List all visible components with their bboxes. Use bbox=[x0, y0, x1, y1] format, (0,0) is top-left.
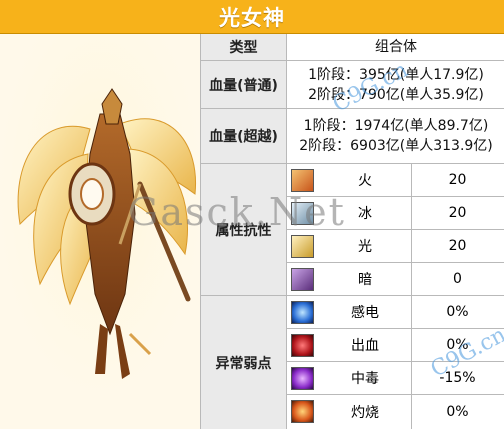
status-row-shock: 感电 0% bbox=[287, 296, 504, 329]
status-value: -15% bbox=[439, 370, 476, 386]
status-value: 0% bbox=[446, 304, 469, 320]
attr-row-light: 光 20 bbox=[287, 230, 504, 263]
light-element-icon bbox=[291, 235, 314, 258]
attr-resist-label: 属性抗性 bbox=[201, 164, 287, 295]
poison-status-icon bbox=[291, 367, 314, 390]
boss-info-card: 光女神 类型 组合体 血量(普通) 1阶段：395亿(单人17.9亿) 2阶段：… bbox=[0, 0, 504, 429]
hp-super-label: 血量(超越) bbox=[201, 109, 287, 163]
type-label: 类型 bbox=[201, 34, 287, 60]
hp-super-row: 血量(超越) 1阶段：1974亿(单人89.7亿) 2阶段：6903亿(单人31… bbox=[201, 109, 504, 164]
status-row-bleed: 出血 0% bbox=[287, 329, 504, 362]
attr-value: 0 bbox=[453, 271, 462, 287]
attr-value: 20 bbox=[448, 238, 467, 254]
boss-portrait bbox=[0, 34, 201, 429]
stats-table: 类型 组合体 血量(普通) 1阶段：395亿(单人17.9亿) 2阶段：790亿… bbox=[200, 34, 504, 429]
fire-element-icon bbox=[291, 169, 314, 192]
attr-value: 20 bbox=[448, 172, 467, 188]
type-value: 组合体 bbox=[375, 39, 417, 55]
status-name: 感电 bbox=[319, 296, 412, 328]
status-weak-label: 异常弱点 bbox=[201, 296, 287, 429]
status-value: 0% bbox=[446, 337, 469, 353]
hp-normal-stage1: 1阶段：395亿(单人17.9亿) bbox=[308, 66, 484, 83]
hp-super-stage2: 2阶段：6903亿(单人313.9亿) bbox=[299, 138, 493, 154]
attr-name: 冰 bbox=[319, 197, 412, 229]
status-row-poison: 中毒 -15% bbox=[287, 362, 504, 395]
hp-normal-row: 血量(普通) 1阶段：395亿(单人17.9亿) 2阶段：790亿(单人35.9… bbox=[201, 61, 504, 109]
attr-row-dark: 暗 0 bbox=[287, 263, 504, 296]
attr-row-ice: 冰 20 bbox=[287, 197, 504, 230]
hp-normal-label: 血量(普通) bbox=[201, 61, 287, 108]
status-value: 0% bbox=[446, 404, 469, 420]
hp-normal-stage2: 2阶段：790亿(单人35.9亿) bbox=[308, 86, 484, 103]
light-goddess-illustration bbox=[0, 34, 200, 429]
status-name: 中毒 bbox=[319, 362, 412, 394]
shock-status-icon bbox=[291, 301, 314, 324]
hp-super-values: 1阶段：1974亿(单人89.7亿) 2阶段：6903亿(单人313.9亿) bbox=[287, 109, 504, 163]
attr-row-fire: 火 20 bbox=[287, 164, 504, 197]
burn-status-icon bbox=[291, 400, 314, 423]
attr-name: 暗 bbox=[319, 263, 412, 295]
ice-element-icon bbox=[291, 202, 314, 225]
title-bar: 光女神 bbox=[0, 0, 504, 34]
hp-super-stage1: 1阶段：1974亿(单人89.7亿) bbox=[303, 118, 489, 134]
status-row-burn: 灼烧 0% bbox=[287, 395, 504, 429]
attr-name: 火 bbox=[319, 164, 412, 196]
status-name: 灼烧 bbox=[319, 395, 412, 429]
attr-name: 光 bbox=[319, 230, 412, 262]
attr-value: 20 bbox=[448, 205, 467, 221]
status-name: 出血 bbox=[319, 329, 412, 361]
hp-normal-values: 1阶段：395亿(单人17.9亿) 2阶段：790亿(单人35.9亿) bbox=[287, 61, 504, 108]
type-row: 类型 组合体 bbox=[201, 34, 504, 61]
dark-element-icon bbox=[291, 268, 314, 291]
boss-name: 光女神 bbox=[219, 5, 285, 30]
bleed-status-icon bbox=[291, 334, 314, 357]
